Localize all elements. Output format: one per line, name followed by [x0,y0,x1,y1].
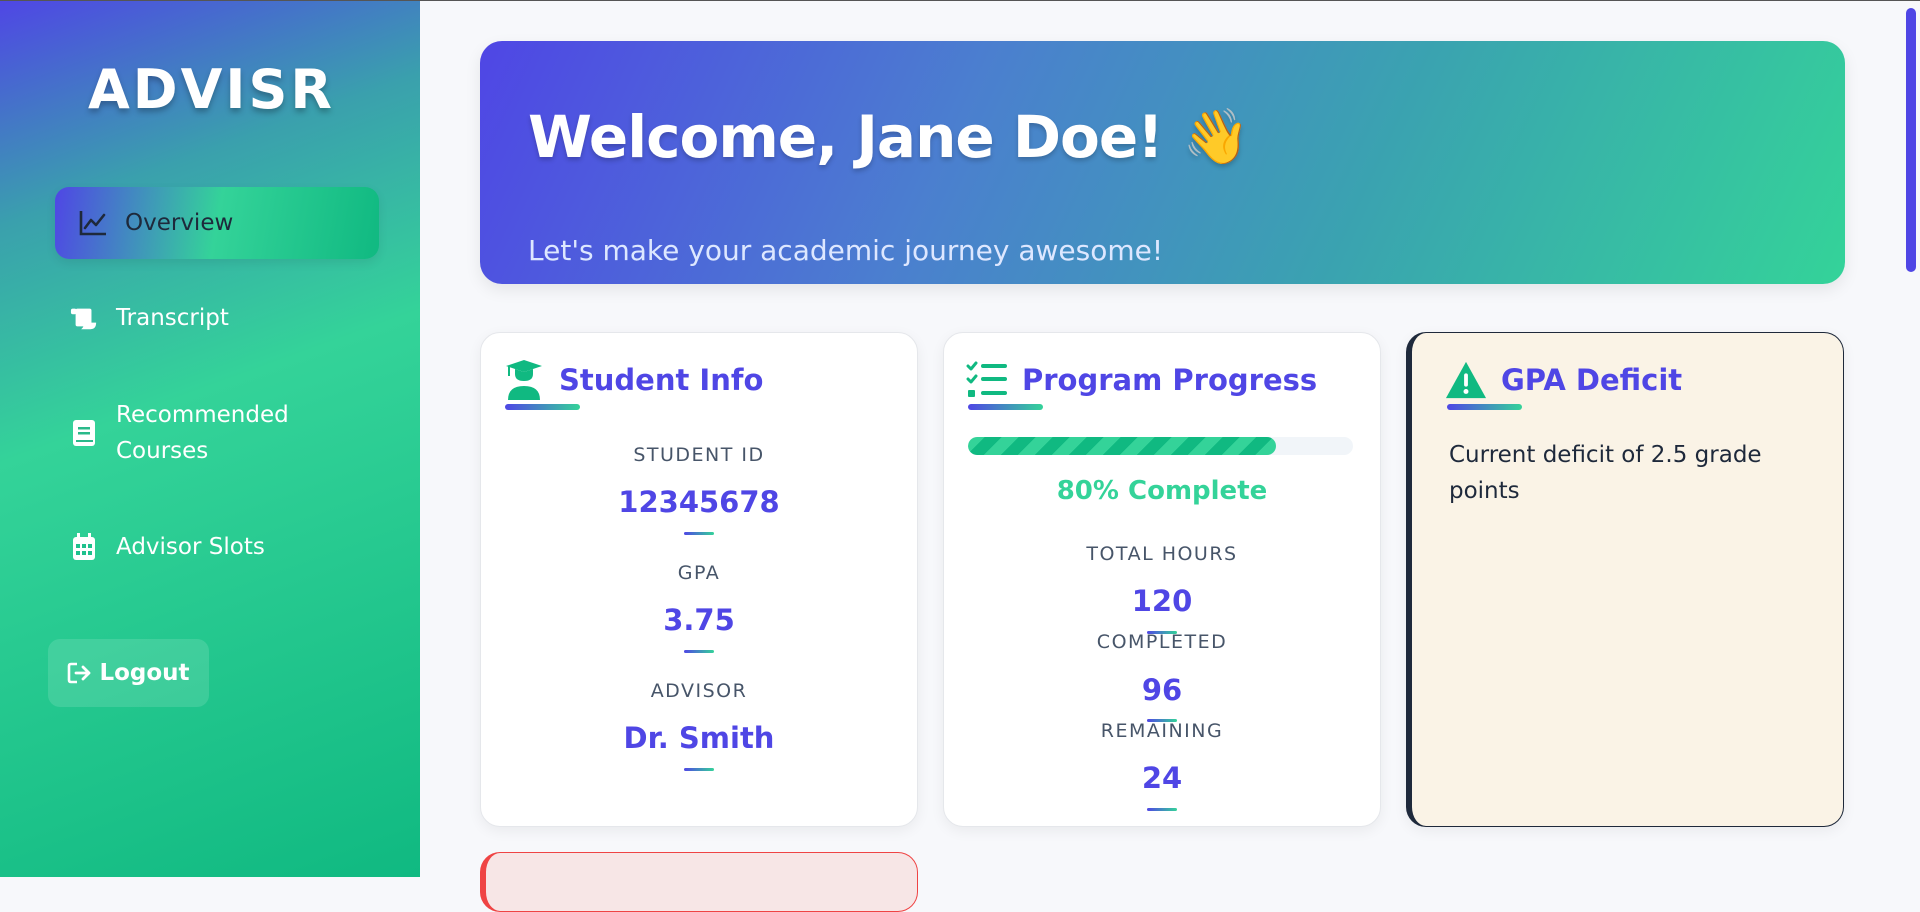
sidebar-item-label: Transcript [116,305,229,331]
sidebar-item-recommended-courses[interactable]: Recommended Courses [55,396,379,470]
card-title: Student Info [559,363,764,397]
gpa-deficit-card: GPA Deficit Current deficit of 2.5 grade… [1406,332,1844,827]
alert-card [480,852,918,912]
sign-out-icon [67,661,93,685]
progress-percent-text: 80% Complete [1056,476,1268,506]
title-underline [505,404,580,410]
card-title: Program Progress [1022,363,1318,397]
advisor-value: Dr. Smith [623,721,775,755]
total-hours-value: 120 [1131,584,1193,618]
value-underline [684,650,714,653]
value-underline [684,532,714,535]
program-progress-card: Program Progress 80% Complete TOTAL HOUR… [943,332,1381,827]
graduate-icon [503,359,545,401]
sidebar-item-overview[interactable]: Overview [55,187,379,259]
completed-value: 96 [1141,673,1183,707]
student-id-value: 12345678 [618,485,780,519]
book-icon [70,419,98,447]
logout-button[interactable]: Logout [48,639,209,707]
title-underline [1447,404,1522,410]
total-hours-label: TOTAL HOURS [1086,543,1238,565]
progress-bar [968,437,1353,455]
student-id-label: STUDENT ID [633,444,765,466]
progress-bar-fill [968,437,1276,455]
sidebar-item-advisor-slots[interactable]: Advisor Slots [55,526,379,568]
welcome-heading: Welcome, Jane Doe! 👋 [528,103,1250,171]
card-title: GPA Deficit [1501,363,1683,397]
warning-icon [1445,359,1487,401]
card-header: Student Info [503,359,763,401]
logout-label: Logout [99,660,190,686]
card-header: GPA Deficit [1445,359,1682,401]
completed-label: COMPLETED [1096,631,1228,653]
sidebar-item-label: Overview [125,210,234,236]
sidebar-item-label: Recommended Courses [116,402,289,464]
sidebar-item-transcript[interactable]: Transcript [55,297,379,339]
welcome-subtitle: Let's make your academic journey awesome… [528,234,1164,267]
sidebar: ADVISR Overview Transcript Recommended C… [0,0,420,877]
chart-line-icon [79,209,107,237]
welcome-banner: Welcome, Jane Doe! 👋 Let's make your aca… [480,41,1845,284]
advisor-label: ADVISOR [650,680,748,702]
calendar-icon [70,533,98,561]
remaining-label: REMAINING [1100,720,1224,742]
remaining-value: 24 [1141,761,1183,795]
sidebar-item-label: Advisor Slots [116,534,265,560]
welcome-title: Welcome, Jane Doe! [528,103,1164,171]
card-header: Program Progress [966,359,1317,401]
app-logo: ADVISR [88,58,335,121]
scroll-icon [70,304,98,332]
waving-hand-icon: 👋 [1182,105,1250,168]
tasks-icon [966,359,1008,401]
gpa-label: GPA [677,562,721,584]
scrollbar-thumb[interactable] [1906,8,1916,272]
student-info-card: Student Info STUDENT ID 12345678 GPA 3.7… [480,332,918,827]
value-underline [684,768,714,771]
deficit-description: Current deficit of 2.5 grade points [1449,442,1762,504]
value-underline [1147,808,1177,811]
gpa-value: 3.75 [663,603,735,637]
window-top-border [0,0,1920,1]
title-underline [968,404,1043,410]
